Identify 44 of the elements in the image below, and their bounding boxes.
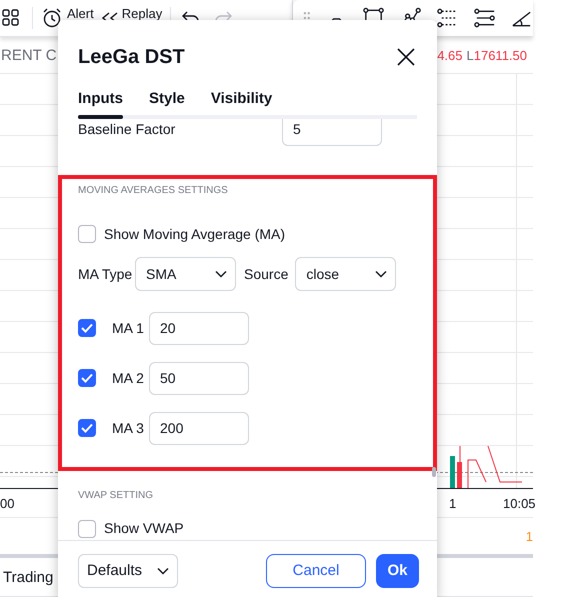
section-heading: VWAP SETTING [77,488,154,502]
low-value: 17611.50 [474,48,527,62]
input-field[interactable]: 5 [282,119,382,146]
time-label: 10:05 [503,496,536,510]
checkbox-label: Show Moving Avgerage (MA) [104,226,286,242]
caret-icon [157,566,169,574]
parallel-lines-icon[interactable] [472,6,496,30]
field-label: MA Type [78,266,134,282]
field-label: MA 2 [112,370,145,386]
scrollbar-thumb[interactable] [432,467,436,477]
checkbox[interactable] [78,369,96,387]
price-label: 1 [526,528,533,544]
checkbox[interactable] [78,225,96,243]
input-field[interactable]: 200 [149,412,249,444]
tab[interactable]: Style [149,90,185,115]
field-label: MA 1 [112,320,145,336]
checkbox[interactable] [78,520,96,538]
cancel-button[interactable]: Cancel [266,554,366,588]
field-label: MA 3 [112,420,145,436]
chart-title: RENT C [1,46,57,64]
ma-type-select[interactable]: SMA [135,257,236,291]
dialog-title: LeeGa DST [78,46,185,68]
input-field[interactable]: 20 [149,312,249,344]
alarm-clock-icon [41,7,63,29]
panel-title: Trading [3,568,54,586]
field-label: Source [244,266,288,282]
tab[interactable]: Visibility [210,90,272,115]
alert-button[interactable]: Alert [41,7,94,29]
section-heading: MOVING AVERAGES SETTINGS [77,184,229,198]
checkbox-label: Show VWAP [104,520,184,536]
input-field[interactable]: 50 [149,362,249,394]
ok-button[interactable]: Ok [376,554,419,588]
caret-icon [375,270,388,278]
field-label: Baseline Factor [78,121,176,137]
time-label: 00 [0,496,14,510]
time-label: 1 [449,496,456,510]
close-button[interactable] [395,46,417,68]
checkbox[interactable] [78,419,96,437]
high-value: 4.65 [437,48,462,62]
defaults-dropdown[interactable]: Defaults [78,554,178,588]
checkbox[interactable] [78,319,96,337]
caret-icon [215,270,227,278]
low-label: L [466,48,474,62]
source-select[interactable]: close [295,257,396,291]
